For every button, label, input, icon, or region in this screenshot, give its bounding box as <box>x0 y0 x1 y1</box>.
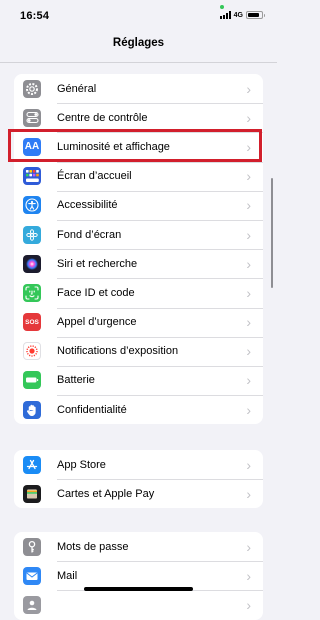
settings-group-main: Général › Centre de contrôle › AA Lumino… <box>14 74 263 425</box>
chevron-right-icon: › <box>246 401 251 418</box>
chevron-right-icon: › <box>246 485 251 502</box>
settings-group-accounts: Mots de passe › Mail › › <box>14 532 263 620</box>
wallpaper-icon <box>23 225 41 244</box>
settings-item-battery[interactable]: Batterie › <box>14 365 263 395</box>
chevron-right-icon: › <box>246 596 251 613</box>
settings-item-label: Centre de contrôle <box>57 111 148 124</box>
cellular-signal-icon <box>219 11 231 19</box>
settings-item-label: Général <box>57 82 97 95</box>
chevron-right-icon: › <box>246 284 251 301</box>
settings-item-label: Siri et recherche <box>57 257 138 270</box>
settings-item-label: Mail <box>57 569 78 582</box>
battery-status-icon <box>246 11 265 19</box>
chevron-right-icon: › <box>246 109 251 126</box>
settings-item-label: Cartes et Apple Pay <box>57 487 155 500</box>
settings-item-label: Confidentialité <box>57 403 127 416</box>
contacts-icon <box>23 595 41 614</box>
privacy-indicator-dot <box>220 5 224 9</box>
settings-group-store: App Store › Cartes et Apple Pay › <box>14 450 263 509</box>
settings-item-control-center[interactable]: Centre de contrôle › <box>14 103 263 132</box>
settings-item-siri-search[interactable]: Siri et recherche › <box>14 249 263 278</box>
chevron-right-icon: › <box>246 226 251 243</box>
chevron-right-icon: › <box>246 456 251 473</box>
settings-item-app-store[interactable]: App Store › <box>14 450 263 479</box>
chevron-right-icon: › <box>246 168 251 185</box>
privacy-hand-icon <box>23 400 41 419</box>
settings-item-contacts[interactable]: › <box>14 590 263 619</box>
chevron-right-icon: › <box>246 197 251 214</box>
siri-icon <box>23 254 41 273</box>
settings-item-label: Face ID et code <box>57 286 135 299</box>
app-store-icon <box>23 455 41 474</box>
status-bar: 16:54 4G <box>0 0 277 30</box>
gear-icon <box>23 79 41 98</box>
settings-item-label: Batterie <box>57 374 95 387</box>
exposure-notification-icon <box>23 342 41 361</box>
settings-item-exposure-notifications[interactable]: Notifications d’exposition › <box>14 336 263 366</box>
settings-item-accessibility[interactable]: Accessibilité › <box>14 190 263 220</box>
battery-icon <box>23 371 41 390</box>
home-indicator[interactable] <box>84 587 193 591</box>
settings-item-label: Fond d’écran <box>57 228 122 241</box>
settings-item-label: App Store <box>57 458 106 471</box>
network-type: 4G <box>233 11 243 19</box>
settings-item-general[interactable]: Général › <box>14 74 263 103</box>
settings-item-face-id[interactable]: Face ID et code › <box>14 278 263 307</box>
chevron-right-icon: › <box>246 80 251 97</box>
highlight-box <box>8 129 262 162</box>
settings-item-label: Accessibilité <box>57 199 118 212</box>
accessibility-icon <box>23 196 41 215</box>
settings-item-mail[interactable]: Mail › <box>14 561 263 590</box>
nav-divider <box>0 62 277 63</box>
status-time: 16:54 <box>20 10 50 22</box>
control-center-icon <box>23 108 41 127</box>
chevron-right-icon: › <box>246 314 251 331</box>
settings-item-wallpaper[interactable]: Fond d’écran › <box>14 219 263 249</box>
settings-item-label: Mots de passe <box>57 540 129 553</box>
settings-item-emergency-sos[interactable]: SOS Appel d’urgence › <box>14 307 263 337</box>
face-id-icon <box>23 283 41 302</box>
settings-item-label: Écran d’accueil <box>57 170 132 183</box>
settings-item-wallet[interactable]: Cartes et Apple Pay › <box>14 479 263 508</box>
chevron-right-icon: › <box>246 372 251 389</box>
page-title: Réglages <box>112 37 165 49</box>
mail-icon <box>23 566 41 585</box>
settings-item-passwords[interactable]: Mots de passe › <box>14 532 263 561</box>
chevron-right-icon: › <box>246 567 251 584</box>
sos-icon: SOS <box>23 313 41 332</box>
settings-item-home-screen[interactable]: Écran d’accueil › <box>14 161 263 191</box>
settings-item-label: Appel d’urgence <box>57 316 137 329</box>
key-icon <box>23 537 41 556</box>
scrollbar[interactable] <box>270 178 273 288</box>
wallet-icon <box>23 484 41 503</box>
chevron-right-icon: › <box>246 343 251 360</box>
settings-item-label: Notifications d’exposition <box>57 345 179 358</box>
chevron-right-icon: › <box>246 538 251 555</box>
home-screen-icon <box>23 167 41 186</box>
settings-item-privacy[interactable]: Confidentialité › <box>14 395 263 424</box>
chevron-right-icon: › <box>246 255 251 272</box>
status-icons: 4G <box>219 11 265 19</box>
